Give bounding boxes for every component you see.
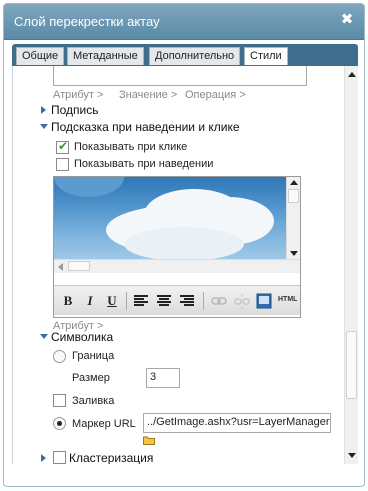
editor-horizontal-scrollbar[interactable] <box>54 259 300 273</box>
scroll-up-icon[interactable] <box>348 72 356 77</box>
expanded-arrow-icon[interactable] <box>40 124 48 129</box>
marker-url-input[interactable]: ../GetImage.ashx?usr=LayerManager <box>143 413 331 433</box>
size-label: Размер <box>72 372 110 384</box>
section-tooltip[interactable]: Подсказка при наведении и клике <box>51 120 240 134</box>
link-icon[interactable] <box>211 294 227 308</box>
filter-value-link[interactable]: Значение > <box>119 89 177 101</box>
show-on-hover-label: Показывать при наведении <box>74 158 214 170</box>
size-input[interactable]: 3 <box>146 368 180 388</box>
align-right-icon[interactable] <box>180 295 194 307</box>
border-radio[interactable] <box>53 350 66 363</box>
dialog-titlebar[interactable]: Слой перекрестки актау ✖ <box>4 4 364 40</box>
editor-toolbar: B I U HTML <box>54 285 300 315</box>
editor-image-cloud <box>54 177 286 259</box>
styles-panel: Атрибут > Значение > Операция > Подпись … <box>12 66 358 464</box>
tab-general[interactable]: Общие <box>16 47 65 65</box>
expanded-arrow-icon[interactable] <box>40 334 48 339</box>
tab-bar: Общие Метаданные Дополнительно Стили <box>12 44 358 66</box>
tooltip-editor[interactable]: B I U HTML <box>53 176 301 318</box>
fill-checkbox[interactable] <box>53 394 66 407</box>
marker-url-label: Маркер URL <box>72 418 136 430</box>
align-center-icon[interactable] <box>157 295 171 307</box>
marker-url-radio[interactable] <box>53 417 66 430</box>
collapsed-arrow-icon[interactable] <box>41 454 46 462</box>
collapsed-arrow-icon[interactable] <box>41 106 46 114</box>
dialog-title: Слой перекрестки актау <box>14 14 160 29</box>
bold-button[interactable]: B <box>60 293 76 309</box>
toolbar-divider <box>203 292 204 310</box>
show-on-hover-checkbox[interactable] <box>56 158 69 171</box>
unlink-icon[interactable] <box>234 293 250 309</box>
close-icon[interactable]: ✖ <box>340 12 354 27</box>
border-label: Граница <box>72 350 115 362</box>
folder-icon[interactable] <box>143 435 155 445</box>
section-symbols[interactable]: Символика <box>51 330 113 344</box>
scroll-down-icon[interactable] <box>348 453 356 458</box>
align-left-icon[interactable] <box>134 295 148 307</box>
scroll-thumb[interactable] <box>346 331 357 399</box>
tab-styles[interactable]: Стили <box>244 47 288 65</box>
section-clustering[interactable]: Кластеризация <box>69 451 153 464</box>
clustering-checkbox[interactable] <box>53 451 66 464</box>
tab-metadata[interactable]: Метаданные <box>67 47 144 65</box>
show-on-click-label: Показывать при клике <box>74 141 188 153</box>
section-signature[interactable]: Подпись <box>51 103 99 117</box>
filter-text-field[interactable] <box>53 66 307 86</box>
filter-operation-link[interactable]: Операция > <box>185 89 246 101</box>
fill-label: Заливка <box>72 395 115 407</box>
editor-vertical-scrollbar[interactable] <box>286 177 300 259</box>
tab-additional[interactable]: Дополнительно <box>149 47 241 65</box>
toolbar-divider <box>126 292 127 310</box>
underline-button[interactable]: U <box>104 293 120 309</box>
image-icon[interactable] <box>256 293 272 309</box>
filter-attribute-link[interactable]: Атрибут > <box>53 89 103 101</box>
layer-properties-dialog: Слой перекрестки актау ✖ Общие Метаданны… <box>3 3 365 487</box>
html-source-button[interactable]: HTML <box>278 296 297 303</box>
italic-button[interactable]: I <box>82 293 98 309</box>
panel-vertical-scrollbar[interactable] <box>344 66 358 464</box>
show-on-click-checkbox[interactable] <box>56 139 69 154</box>
